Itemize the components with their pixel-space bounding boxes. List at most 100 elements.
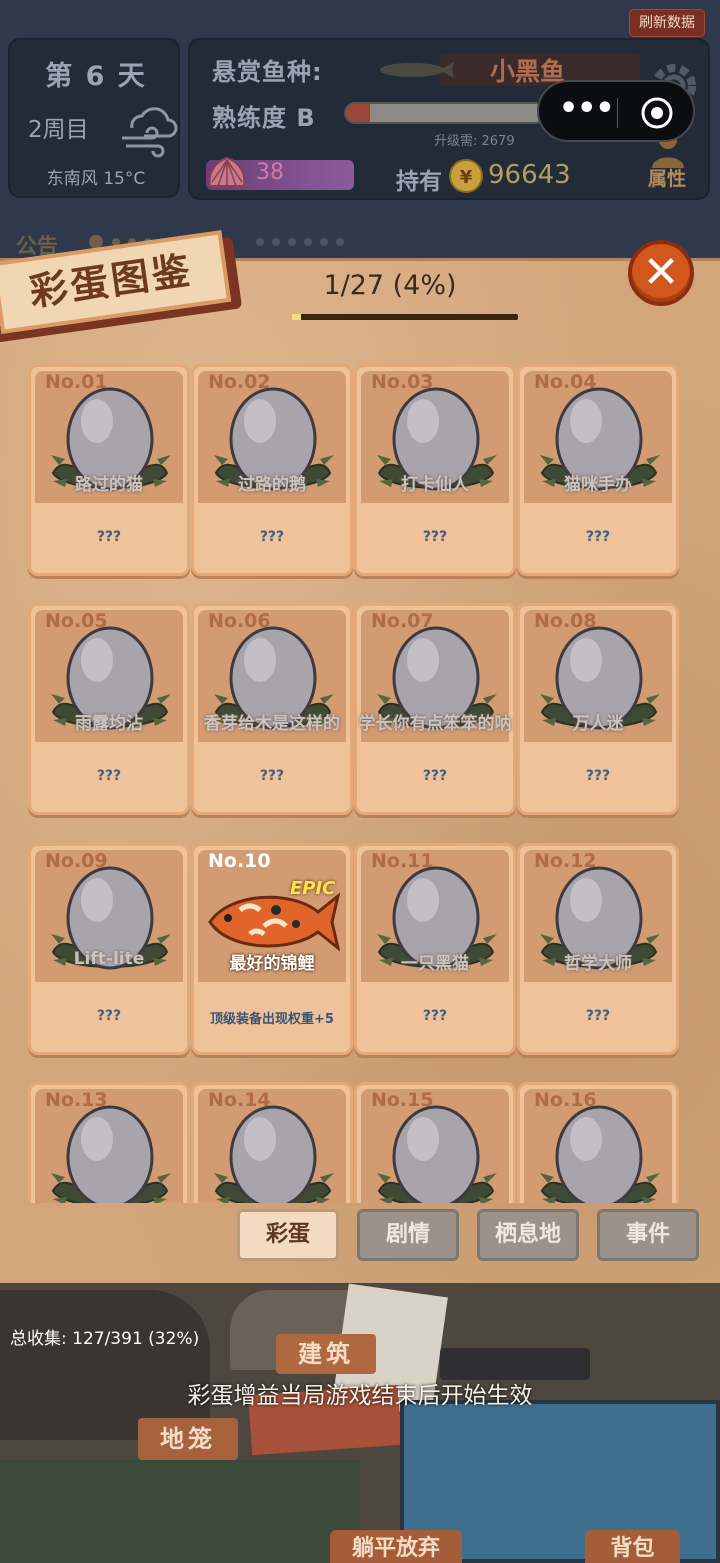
proficiency-bar-fill [346,104,370,122]
effect-note: 彩蛋增益当局游戏结束后开始生效 [187,1383,533,1409]
cloud-wind-icon [122,107,178,158]
egg-icon [377,1105,497,1203]
card-number: No.14 [208,1089,271,1111]
card-number: No.13 [45,1089,108,1111]
egg-card[interactable]: No.02 过路的鹅 ??? [191,364,353,576]
card-number: No.16 [534,1089,597,1111]
egg-card[interactable]: No.12 哲学大师 ??? [517,843,679,1055]
close-album-button[interactable]: ✕ [628,240,694,306]
card-name: 路过的猫 [75,475,143,495]
card-description: ??? [422,768,448,784]
card-name: 打卡仙人 [401,475,469,495]
backpack-button[interactable]: 背包 [585,1530,680,1563]
card-number: No.07 [371,610,434,632]
card-number: No.08 [534,610,597,632]
card-number: No.11 [371,850,434,872]
egg-card[interactable]: No.03 打卡仙人 ??? [354,364,516,576]
card-name: 万人迷 [572,714,624,734]
close-icon: ✕ [642,247,680,298]
upgrade-requirement: 升级需: 2679 [434,134,515,149]
card-number: No.03 [371,371,434,393]
card-name: 雨露均沾 [75,714,143,734]
egg-card[interactable]: No.04 猫咪手办 ??? [517,364,679,576]
card-name: 香芽给木是这样的 [204,714,340,734]
refresh-data-button[interactable]: 刷新数据 [629,9,705,37]
bounty-label: 悬赏鱼种: [212,58,323,86]
card-description: ??? [96,768,122,784]
coin-count: 96643 [488,160,571,190]
more-icon[interactable]: ••• [559,94,615,128]
svg-text:¥: ¥ [460,167,473,188]
give-up-button[interactable]: 躺平放弃 [330,1530,462,1563]
card-description: ??? [259,768,285,784]
egg-card[interactable]: No.01 路过的猫 ??? [28,364,190,576]
card-description: ??? [259,529,285,545]
card-number: No.06 [208,610,271,632]
weather-text: 东南风 15°C [46,169,146,189]
egg-card[interactable]: No.09 Lift-lite ??? [28,843,190,1055]
egg-card[interactable]: No.13 [28,1082,190,1203]
album-progress-bar [292,314,518,320]
hold-label: 持有 [396,169,442,195]
card-number: No.09 [45,850,108,872]
egg-card[interactable]: No.07 学长你有点笨笨的呐 ??? [354,603,516,815]
card-name: 学长你有点笨笨的呐 [358,714,512,734]
egg-card[interactable]: No.08 万人迷 ??? [517,603,679,815]
card-description: ??? [422,529,448,545]
album-progress-text: 1/27 (4%) [323,270,457,301]
card-description: ??? [585,768,611,784]
egg-icon [214,1105,334,1203]
card-number: No.02 [208,371,271,393]
card-description: ??? [585,529,611,545]
proficiency-bar [344,102,546,124]
card-name: Lift-lite [73,949,145,969]
album-progress-fill [292,314,302,320]
scene-camouflage-cloth [0,1460,360,1563]
card-number: No.04 [534,371,597,393]
attributes-button[interactable]: 属性 [648,164,686,191]
shell-count: 38 [256,160,284,185]
egg-icon [540,1105,660,1203]
capsule-divider [617,98,618,128]
egg-card[interactable]: No.06 香芽给木是这样的 ??? [191,603,353,815]
close-miniprogram-icon[interactable] [639,95,675,131]
round-counter: 2周目 [28,117,89,143]
egg-card[interactable]: No.16 [517,1082,679,1203]
album-tab[interactable]: 彩蛋 [237,1209,339,1261]
egg-icon [51,1105,171,1203]
card-number: No.12 [534,850,597,872]
shell-icon [208,156,246,187]
egg-card[interactable]: No.11 一只黑猫 ??? [354,843,516,1055]
mini-program-capsule: ••• [537,80,695,142]
total-collection-text: 总收集: 127/391 (32%) [10,1329,200,1349]
card-description: ??? [96,529,122,545]
card-description: ??? [585,1008,611,1024]
card-description: 顶级装备出现权重+5 [210,1012,334,1027]
build-button[interactable]: 建筑 [276,1334,376,1374]
egg-card[interactable]: No.15 [354,1082,516,1203]
album-tab[interactable]: 栖息地 [477,1209,579,1261]
card-number: No.10 [208,850,271,872]
album-tab[interactable]: 剧情 [357,1209,459,1261]
egg-card[interactable]: No.05 雨露均沾 ??? [28,603,190,815]
card-number: No.15 [371,1089,434,1111]
card-number: No.05 [45,610,108,632]
card-name: 哲学大师 [564,954,632,974]
card-name: 最好的锦鲤 [229,954,315,974]
card-name: 一只黑猫 [401,954,469,974]
cage-button[interactable]: 地笼 [138,1418,238,1460]
card-description: ??? [96,1008,122,1024]
album-tab[interactable]: 事件 [597,1209,699,1261]
card-description: ??? [422,1008,448,1024]
card-name: 过路的鹅 [238,475,306,495]
egg-card[interactable]: EPIC No.10 最好的锦鲤 顶级装备出现权重+5 [191,843,353,1055]
card-number: No.01 [45,371,108,393]
proficiency-label: 熟练度 B [212,104,316,132]
egg-card[interactable]: No.14 [191,1082,353,1203]
day-counter: 第 6 天 [45,61,147,92]
fish-silhouette-icon [380,62,454,78]
egg-card-grid[interactable]: No.01 路过的猫 ??? No.02 过路的鹅 ??? No.03 打卡仙人 [0,358,720,1203]
card-name: 猫咪手办 [564,475,632,495]
coin-icon: ¥ [449,159,483,193]
day-panel: 第 6 天 2周目 东南风 15°C [8,38,180,198]
